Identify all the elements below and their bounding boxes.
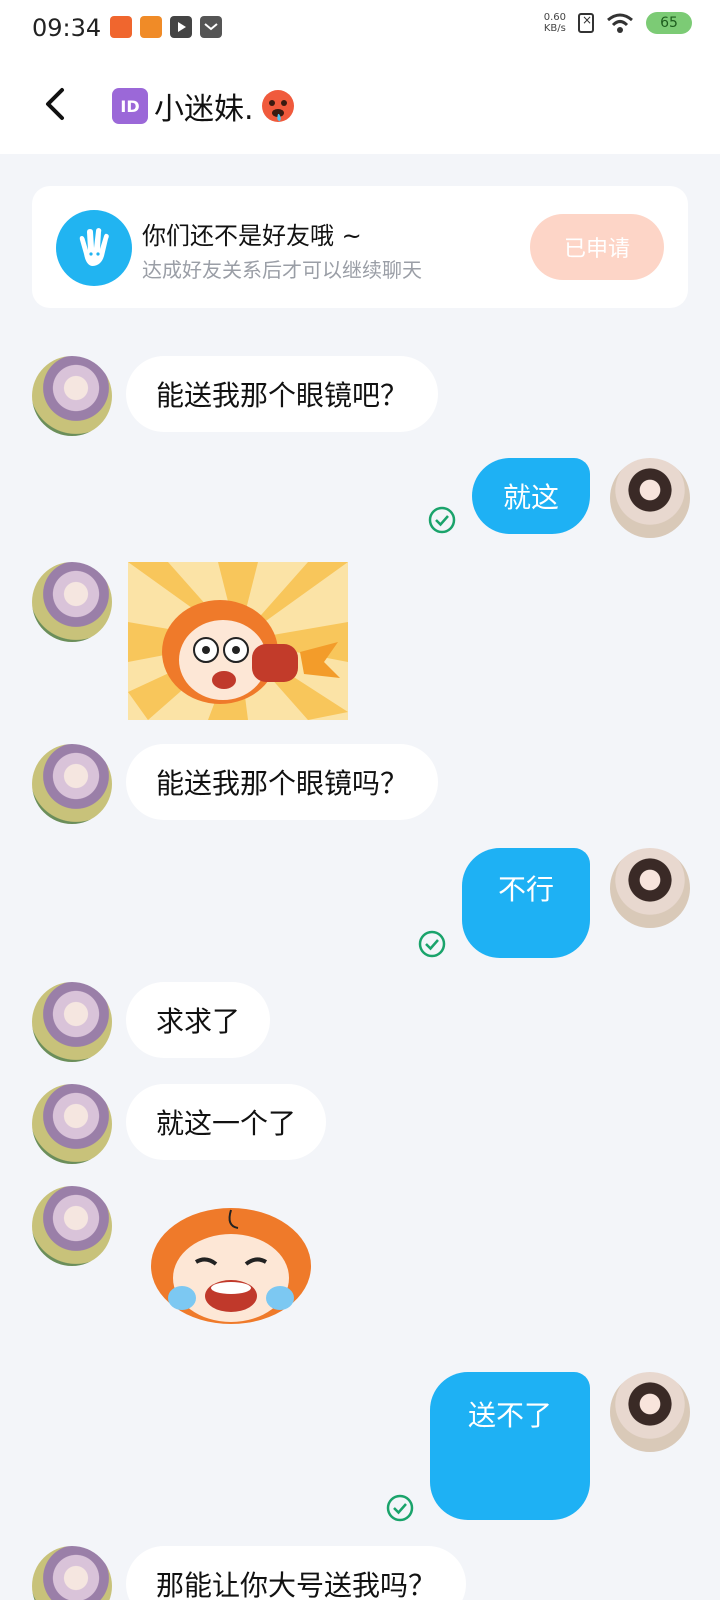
wifi-icon: [607, 13, 633, 33]
status-time: 09:34: [32, 14, 102, 42]
chat-header: ID 小迷妹.: [0, 56, 720, 154]
message-app-icon: [200, 16, 222, 38]
my-avatar[interactable]: [610, 458, 690, 538]
battery-icon: 65: [646, 12, 692, 34]
status-right: 0.60 KB/s 65: [544, 12, 692, 34]
app-notification-icon: [110, 16, 132, 38]
incoming-message[interactable]: 那能让你大号送我吗？: [126, 1546, 467, 1600]
back-arrow-icon[interactable]: [36, 80, 80, 128]
incoming-message[interactable]: 能送我那个眼镜吗？: [126, 744, 439, 820]
hot-face-emoji-icon: [261, 90, 294, 122]
read-check-icon: [418, 930, 446, 958]
crying-sticker[interactable]: [146, 1200, 316, 1330]
chat-title: ID 小迷妹.: [112, 84, 296, 128]
net-speed: 0.60 KB/s: [544, 12, 566, 34]
net-speed-value: 0.60: [543, 12, 566, 23]
read-check-icon: [428, 506, 456, 534]
contact-avatar[interactable]: [32, 1186, 112, 1266]
applied-button[interactable]: 已申请: [530, 214, 664, 280]
no-sim-icon: [578, 13, 594, 33]
status-bar: 09:34 0.60 KB/s 65: [0, 0, 720, 56]
read-check-icon: [386, 1494, 414, 1522]
outgoing-message[interactable]: 就这: [472, 458, 590, 534]
battery-level: 65: [660, 15, 678, 31]
hand-wave-icon: [56, 210, 132, 286]
net-speed-unit: KB/s: [543, 23, 566, 34]
notification-icons: [110, 16, 222, 38]
my-avatar[interactable]: [610, 848, 690, 928]
contact-avatar[interactable]: [32, 1084, 112, 1164]
outgoing-message[interactable]: 不行: [462, 848, 590, 958]
outgoing-message[interactable]: 送不了: [430, 1372, 590, 1520]
incoming-message[interactable]: 求求了: [126, 982, 271, 1058]
contact-avatar[interactable]: [32, 744, 112, 824]
not-friends-card: 你们还不是好友哦 ~ 达成好友关系后才可以继续聊天 已申请: [32, 186, 688, 308]
app-notification-icon: [140, 16, 162, 38]
contact-avatar[interactable]: [32, 982, 112, 1062]
contact-avatar[interactable]: [32, 1546, 112, 1600]
shocked-boxing-sticker[interactable]: [128, 562, 348, 720]
friend-notice-subtitle: 达成好友关系后才可以继续聊天: [142, 258, 422, 282]
contact-avatar[interactable]: [32, 562, 112, 642]
video-app-icon: [170, 16, 192, 38]
contact-avatar[interactable]: [32, 356, 112, 436]
friend-notice-title: 你们还不是好友哦 ~: [142, 222, 362, 250]
id-badge: ID: [112, 88, 148, 124]
incoming-message[interactable]: 能送我那个眼镜吧？: [126, 356, 439, 432]
my-avatar[interactable]: [610, 1372, 690, 1452]
incoming-message[interactable]: 就这一个了: [126, 1084, 327, 1160]
contact-name: 小迷妹.: [154, 92, 254, 127]
